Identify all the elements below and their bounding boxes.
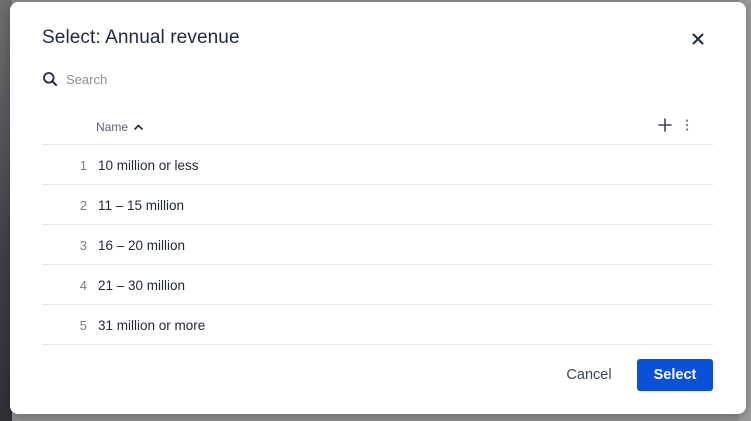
row-label: 16 – 20 million: [98, 238, 186, 253]
select-dialog: Select: Annual revenue Name: [10, 2, 746, 414]
row-label: 10 million or less: [98, 158, 199, 173]
row-label: 21 – 30 million: [98, 278, 186, 293]
table-row[interactable]: 4 21 – 30 million: [42, 265, 713, 305]
table-row[interactable]: 5 31 million or more: [42, 305, 713, 345]
column-options-button[interactable]: [684, 118, 690, 132]
plus-icon: [658, 118, 672, 132]
table-header: Name: [42, 107, 713, 145]
search-icon: [43, 72, 57, 86]
search-bar: [42, 68, 442, 90]
table-row[interactable]: 2 11 – 15 million: [42, 185, 713, 225]
row-number: 5: [79, 318, 87, 333]
row-number: 3: [79, 238, 87, 253]
cancel-button[interactable]: Cancel: [558, 359, 620, 391]
dialog-title: Select: Annual revenue: [42, 27, 240, 48]
row-label: 11 – 15 million: [98, 198, 185, 213]
name-column-label: Name: [96, 120, 129, 134]
options-table: Name 1 10 million or less 2 11 – 15 mill…: [42, 107, 713, 345]
row-label: 31 million or more: [98, 318, 206, 333]
close-icon: [692, 33, 704, 45]
row-number: 2: [79, 198, 87, 213]
vertical-dots-icon: [685, 119, 689, 131]
close-button[interactable]: [688, 29, 708, 49]
row-number: 4: [79, 278, 87, 293]
table-row[interactable]: 3 16 – 20 million: [42, 225, 713, 265]
add-column-button[interactable]: [658, 118, 672, 132]
select-button[interactable]: Select: [637, 359, 713, 391]
sort-ascending-icon: [134, 124, 143, 130]
name-column-header[interactable]: Name: [96, 120, 143, 134]
table-row[interactable]: 1 10 million or less: [42, 145, 713, 185]
search-input[interactable]: [66, 69, 366, 89]
row-number: 1: [79, 158, 87, 173]
